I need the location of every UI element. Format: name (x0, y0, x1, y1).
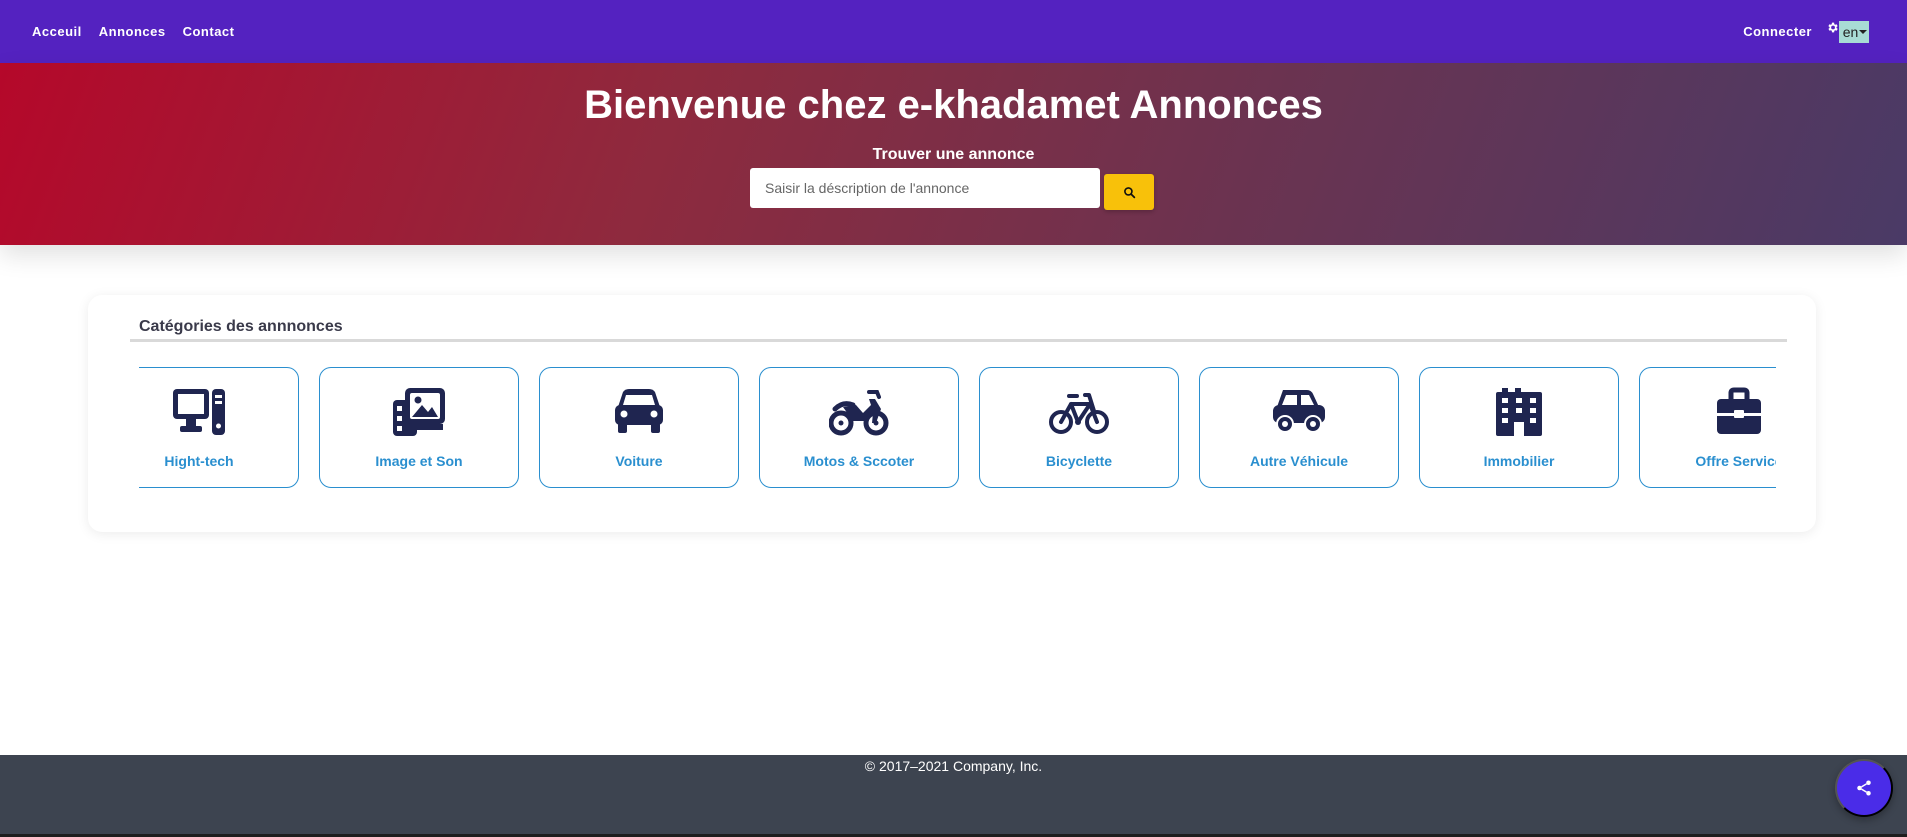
nav-link-annonces[interactable]: Annonces (99, 24, 166, 39)
car-side-icon (1273, 390, 1325, 433)
category-label: Autre Véhicule (1249, 453, 1349, 469)
categories-carousel[interactable]: Hight-tech Image et Son Voiture Motos & … (139, 367, 1776, 489)
search-button[interactable] (1104, 174, 1154, 210)
language-select[interactable]: en (1839, 20, 1869, 43)
category-label: Image et Son (375, 453, 463, 469)
search-label: Trouver une annonce (872, 146, 1035, 163)
nav-right: Connecter en (1743, 20, 1869, 43)
language-value: en (1842, 23, 1859, 40)
nav-link-acceuil[interactable]: Acceuil (32, 24, 82, 39)
categories-track: Hight-tech Image et Son Voiture Motos & … (139, 367, 1776, 488)
desktop-computer-icon (173, 389, 225, 435)
footer: © 2017–2021 Company, Inc. (0, 755, 1907, 837)
category-voiture[interactable]: Voiture (539, 367, 739, 488)
photo-gallery-icon (393, 388, 445, 436)
nav-links: Acceuil Annonces Contact (32, 24, 234, 39)
gear-icon[interactable] (1826, 21, 1839, 34)
search-input[interactable] (750, 168, 1100, 208)
category-label: Bicyclette (1045, 453, 1113, 469)
briefcase-icon (1717, 387, 1761, 434)
nav-link-contact[interactable]: Contact (183, 24, 235, 39)
top-navbar: Acceuil Annonces Contact Connecter en (0, 0, 1907, 63)
search-icon (1123, 186, 1135, 198)
category-label: Hight-tech (164, 453, 234, 469)
chevron-down-icon (1859, 29, 1868, 34)
page-title: Bienvenue chez e-khadamet Annonces (584, 83, 1323, 127)
divider (130, 339, 1787, 342)
bicycle-icon (1049, 393, 1109, 434)
share-icon (1857, 780, 1871, 796)
categories-card: Catégories des annnonces Hight-tech Imag… (88, 295, 1816, 532)
car-icon (615, 389, 663, 433)
category-label: Offre Service (1695, 453, 1776, 469)
category-autre-vehicule[interactable]: Autre Véhicule (1199, 367, 1399, 488)
copyright-text: © 2017–2021 Company, Inc. (864, 758, 1043, 774)
category-bicyclette[interactable]: Bicyclette (979, 367, 1179, 488)
share-button[interactable] (1835, 759, 1893, 817)
category-label: Motos & Sccoter (803, 453, 915, 469)
category-label: Voiture (615, 453, 663, 469)
category-immobilier[interactable]: Immobilier (1419, 367, 1619, 488)
category-hight-tech[interactable]: Hight-tech (139, 367, 299, 488)
hero-banner: Bienvenue chez e-khadamet Annonces Trouv… (0, 63, 1907, 245)
login-link[interactable]: Connecter (1743, 24, 1812, 39)
category-label: Immobilier (1483, 453, 1555, 469)
category-offre-service[interactable]: Offre Service (1639, 367, 1776, 488)
building-icon (1496, 388, 1542, 436)
category-motos[interactable]: Motos & Sccoter (759, 367, 959, 488)
categories-title: Catégories des annnonces (139, 318, 343, 335)
motorcycle-icon (829, 390, 889, 436)
category-image-et-son[interactable]: Image et Son (319, 367, 519, 488)
